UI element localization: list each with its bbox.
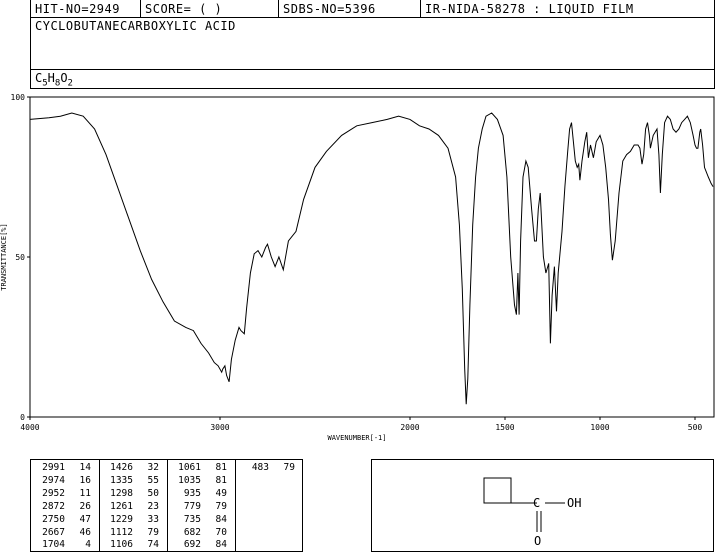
- peak-transmittance: 16: [79, 474, 91, 486]
- peak-transmittance: 14: [79, 462, 91, 473]
- peak-row: 2952 11: [35, 488, 91, 501]
- peak-transmittance: 26: [79, 500, 91, 512]
- peak-row: 1335 55: [103, 475, 159, 488]
- peak-transmittance: 33: [147, 513, 159, 525]
- peak-wavenumber: 935: [183, 487, 201, 499]
- peak-transmittance: 84: [215, 539, 227, 551]
- x-tick-label: 4000: [20, 423, 39, 432]
- peak-row: 2667 46: [35, 527, 91, 540]
- peak-wavenumber: 1106: [110, 539, 133, 551]
- peak-transmittance: 47: [79, 513, 91, 525]
- ir-spectrum-chart: 0 50 100 4000 3000 2000 1500 1000 500 TRANSMITT…: [0, 93, 715, 442]
- peak-wavenumber: 1335: [110, 474, 133, 486]
- peak-transmittance: 11: [79, 487, 91, 499]
- peak-wavenumber: 483: [251, 462, 269, 473]
- x-axis-label: WAVENUMBER[-1]: [327, 434, 386, 442]
- x-tick-label: 2000: [400, 423, 419, 432]
- x-tick-label: 3000: [210, 423, 229, 432]
- peak-row: 1229 33: [103, 514, 159, 527]
- peak-row: 692 84: [171, 539, 227, 552]
- peak-wavenumber: 692: [183, 539, 201, 551]
- peak-transmittance: 70: [215, 526, 227, 538]
- y-tick-label: 100: [11, 93, 26, 102]
- peak-row: 735 84: [171, 514, 227, 527]
- carboxyl-carbon: C: [533, 496, 540, 510]
- peak-transmittance: 79: [147, 526, 159, 538]
- peak-wavenumber: 2750: [42, 513, 65, 525]
- peak-wavenumber: 1061: [178, 462, 201, 473]
- peak-transmittance: 81: [215, 474, 227, 486]
- structure-diagram: C OH O: [483, 477, 581, 548]
- peak-transmittance: 4: [85, 539, 91, 551]
- y-tick-label: 0: [20, 413, 25, 422]
- peak-table-divider: [167, 460, 168, 551]
- peak-row: 1106 74: [103, 539, 159, 552]
- peak-row: 2872 26: [35, 501, 91, 514]
- peak-row: 1704 4: [35, 539, 91, 552]
- y-axis-label: TRANSMITTANCE[%]: [0, 223, 8, 290]
- peak-row: 1035 81: [171, 475, 227, 488]
- peak-wavenumber: 1426: [110, 462, 133, 473]
- hydroxyl-label: OH: [567, 496, 581, 510]
- peak-wavenumber: 779: [183, 500, 201, 512]
- x-tick-label: 500: [688, 423, 703, 432]
- peak-table-column: 2991 14 2974 16 2952 11 2872 26 2750 47 2667 46 1704…: [35, 462, 91, 552]
- peak-transmittance: 79: [215, 500, 227, 512]
- peak-transmittance: 74: [147, 539, 159, 551]
- cyclobutane-ring: [483, 477, 512, 504]
- peak-wavenumber: 1112: [110, 526, 133, 538]
- plot-frame: [29, 96, 715, 418]
- peak-row: 1426 32: [103, 462, 159, 475]
- peak-row: 2974 16: [35, 475, 91, 488]
- x-tick-label: 1000: [590, 423, 609, 432]
- carbonyl-oxygen: O: [534, 534, 541, 548]
- peak-transmittance: 46: [79, 526, 91, 538]
- peak-row: 1061 81: [171, 462, 227, 475]
- peak-row: 1298 50: [103, 488, 159, 501]
- peak-table-column: 1061 81 1035 81 935 49 779 79 735 84 682 70 692 84: [171, 462, 227, 552]
- peak-wavenumber: 1704: [42, 539, 65, 551]
- peak-wavenumber: 2872: [42, 500, 65, 512]
- peak-wavenumber: 2974: [42, 474, 65, 486]
- peak-row: 682 70: [171, 527, 227, 540]
- peak-transmittance: 79: [283, 462, 295, 473]
- peak-transmittance: 84: [215, 513, 227, 525]
- peak-table-divider: [235, 460, 236, 551]
- y-tick-label: 50: [15, 253, 25, 262]
- structure-box: C OH O: [371, 459, 714, 552]
- peak-wavenumber: 2952: [42, 487, 65, 499]
- peak-transmittance: 23: [147, 500, 159, 512]
- x-axis-ticks: 4000 3000 2000 1500 1000 500: [20, 417, 702, 432]
- peak-wavenumber: 2667: [42, 526, 65, 538]
- peak-transmittance: 81: [215, 462, 227, 473]
- peak-wavenumber: 1035: [178, 474, 201, 486]
- peak-table-column: 1426 32 1335 55 1298 50 1261 23 1229 33 1112 79 1106…: [103, 462, 159, 552]
- x-tick-label: 1500: [495, 423, 514, 432]
- peak-transmittance: 49: [215, 487, 227, 499]
- peak-wavenumber: 2991: [42, 462, 65, 473]
- peak-wavenumber: 1229: [110, 513, 133, 525]
- peak-transmittance: 55: [147, 474, 159, 486]
- peak-row: 1261 23: [103, 501, 159, 514]
- peak-wavenumber: 1261: [110, 500, 133, 512]
- peak-row: 779 79: [171, 501, 227, 514]
- y-axis-ticks: 0 50 100: [11, 93, 30, 422]
- peak-transmittance: 32: [147, 462, 159, 473]
- peak-transmittance: 50: [147, 487, 159, 499]
- spectrum-line: [29, 112, 714, 405]
- peak-table-divider: [99, 460, 100, 551]
- peak-row: 935 49: [171, 488, 227, 501]
- peak-wavenumber: 1298: [110, 487, 133, 499]
- peak-row: 483 79: [239, 462, 295, 475]
- peak-row: 2750 47: [35, 514, 91, 527]
- peak-row: 1112 79: [103, 527, 159, 540]
- peak-wavenumber: 735: [183, 513, 201, 525]
- peak-row: 2991 14: [35, 462, 91, 475]
- peak-table-column: 483 79: [239, 462, 295, 475]
- peak-table: 2991 14 2974 16 2952 11 2872 26 2750 47 2667 46 1704…: [30, 459, 303, 552]
- peak-wavenumber: 682: [183, 526, 201, 538]
